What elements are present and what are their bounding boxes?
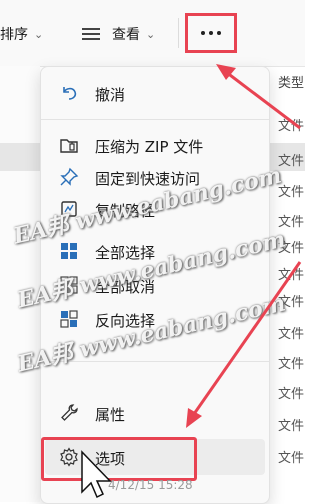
menu-item-select-all[interactable]: 全部选择	[45, 233, 265, 269]
select-all-icon	[61, 243, 77, 259]
view-label: 查看	[112, 27, 140, 43]
menu-item-label: 固定到快速访问	[95, 170, 201, 188]
modified-date-partial: 4/12/15 15:28	[108, 478, 193, 492]
pin-icon	[60, 167, 79, 186]
more-options-button[interactable]	[185, 13, 237, 53]
file-type-cell: 文件	[278, 451, 305, 466]
command-bar: 排序 ⌄ 查看 ⌄	[0, 0, 305, 67]
menu-item-label: 复制路径	[95, 202, 156, 220]
zip-icon	[60, 139, 78, 153]
file-type-cell: 文件	[278, 295, 305, 310]
file-type-cell: 文件	[278, 357, 305, 372]
menu-divider	[41, 119, 269, 120]
file-type-cell: 文件	[278, 241, 305, 256]
menu-item-properties[interactable]: 属性	[45, 395, 265, 431]
file-type-cell: 文件	[278, 327, 305, 342]
menu-item-label: 全部取消	[95, 278, 156, 296]
more-dot-icon	[209, 31, 213, 35]
menu-item-label: 属性	[95, 406, 126, 424]
menu-item-label: 撤消	[95, 86, 126, 104]
view-button[interactable]: 查看 ⌄	[82, 22, 155, 46]
file-type-cell: 文件	[278, 268, 305, 283]
more-dot-icon	[201, 31, 205, 35]
toolbar-divider	[178, 18, 179, 48]
menu-item-label: 全部选择	[95, 244, 156, 262]
menu-item-compress-zip[interactable]: 压缩为 ZIP 文件	[45, 127, 265, 163]
file-type-cell: 文件	[278, 154, 305, 169]
file-type-cell: 文件	[278, 419, 305, 434]
file-type-cell: 文件	[278, 185, 305, 200]
sort-button[interactable]: 排序 ⌄	[0, 22, 43, 46]
select-none-icon	[60, 276, 78, 294]
chevron-down-icon: ⌄	[34, 27, 44, 41]
chevron-down-icon: ⌄	[146, 27, 156, 41]
annotation-highlight-box	[41, 437, 197, 481]
view-icon	[82, 28, 100, 40]
copy-path-icon	[61, 201, 77, 217]
file-type-cell: 文件	[278, 119, 305, 134]
menu-item-label: 压缩为 ZIP 文件	[95, 138, 204, 156]
file-type-cell: 文件	[278, 215, 305, 230]
menu-item-invert-selection[interactable]: 反向选择	[45, 301, 265, 337]
menu-divider	[41, 361, 269, 362]
invert-selection-icon	[60, 310, 78, 328]
menu-item-copy-path[interactable]: 复制路径	[45, 191, 265, 227]
menu-item-label: 反向选择	[95, 312, 156, 330]
more-dot-icon	[217, 31, 221, 35]
properties-icon	[61, 404, 78, 421]
column-header-type[interactable]: 类型	[278, 72, 304, 91]
menu-item-select-none[interactable]: 全部取消	[45, 267, 265, 303]
menu-item-pin-quick-access[interactable]: 固定到快速访问	[45, 159, 265, 195]
undo-icon	[63, 87, 77, 100]
file-type-cell: 文件	[278, 387, 305, 402]
sort-label: 排序	[0, 27, 28, 43]
menu-item-undo[interactable]: 撤消	[45, 75, 265, 111]
